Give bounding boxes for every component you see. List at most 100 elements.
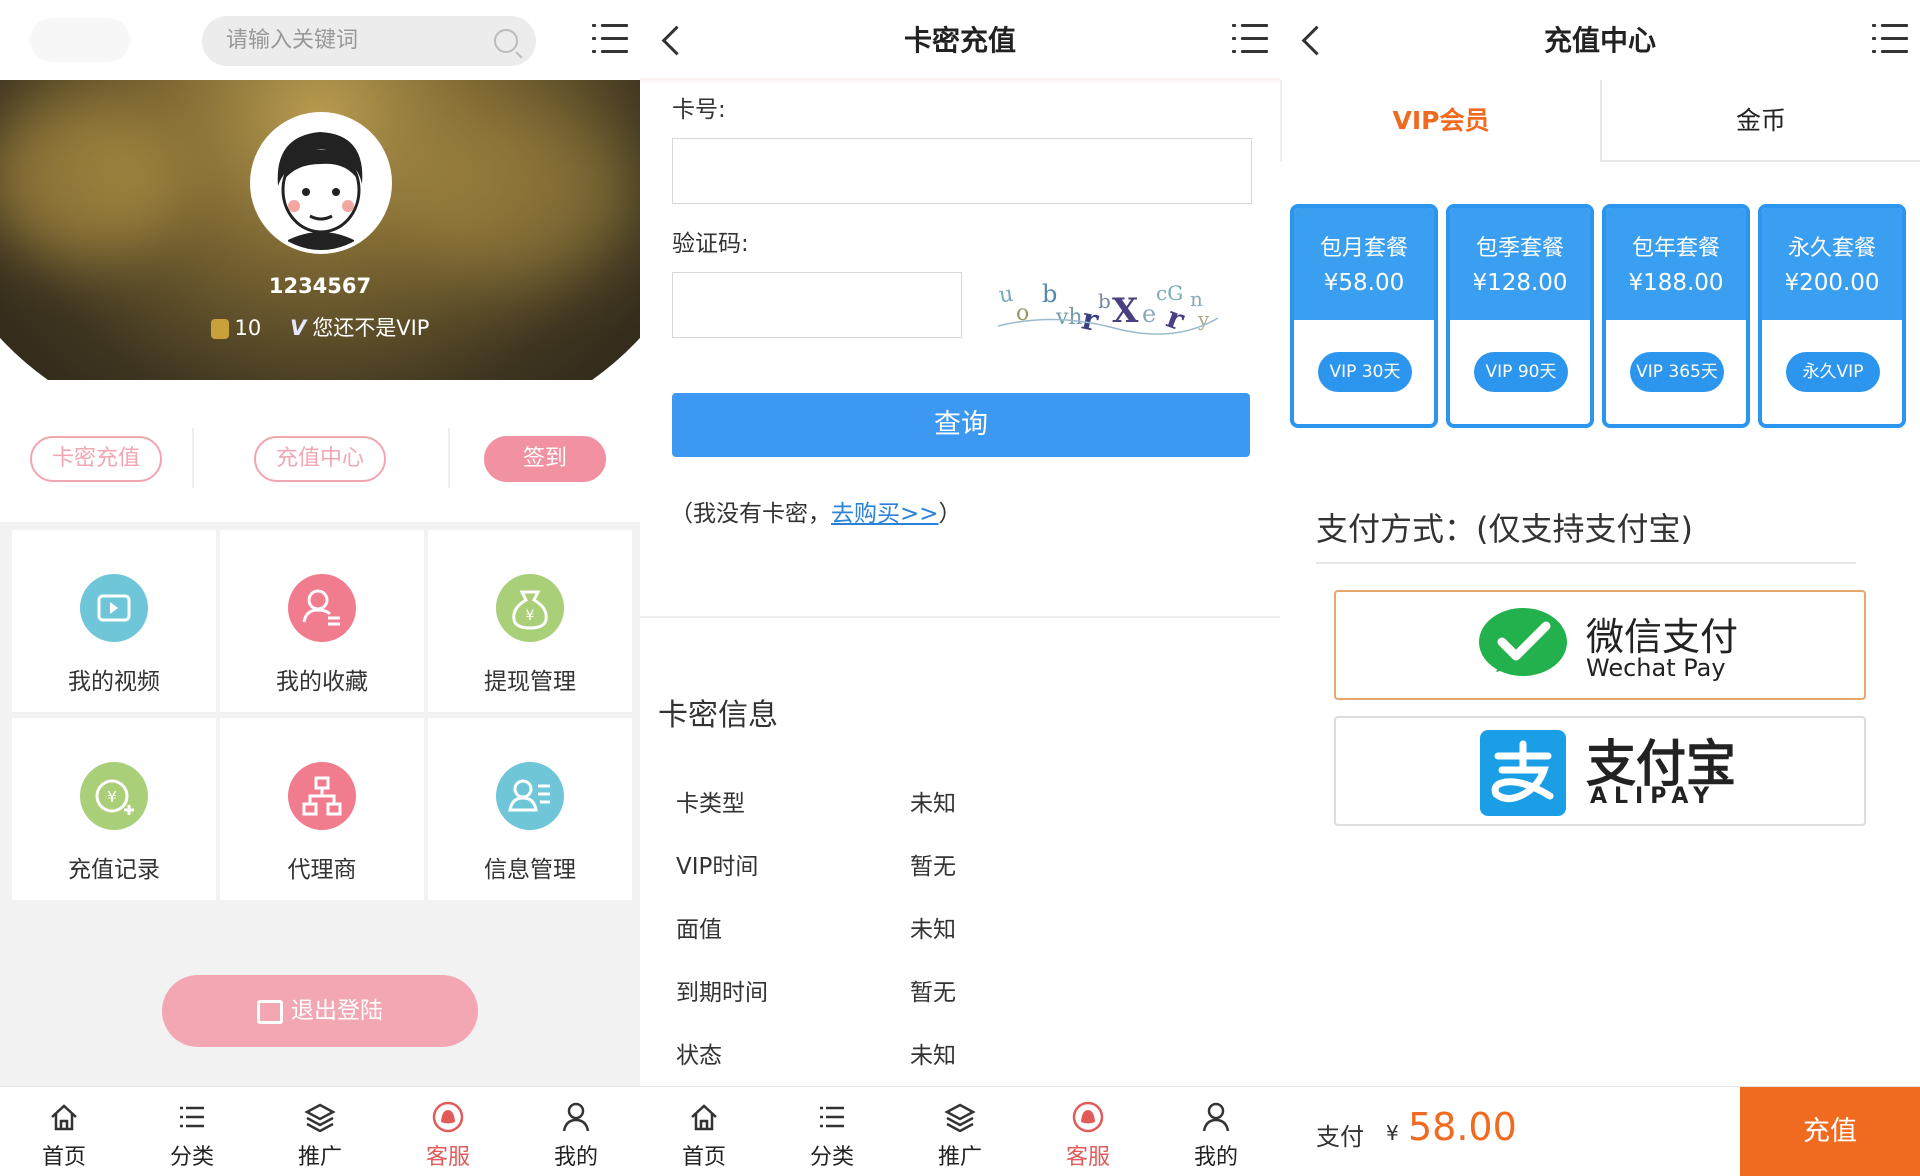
info-value: 未知 <box>910 1043 956 1069</box>
card-recharge-button[interactable]: 卡密充值 <box>30 436 162 482</box>
logout-label: 退出登陆 <box>291 998 383 1024</box>
package-price: ¥128.00 <box>1472 270 1568 296</box>
sign-in-button[interactable]: 签到 <box>484 436 606 482</box>
search-icon[interactable] <box>494 29 518 53</box>
divider <box>448 428 450 488</box>
nav-category[interactable]: 分类 <box>768 1087 896 1176</box>
support-icon <box>1072 1101 1104 1133</box>
recharge-button[interactable]: 充值 <box>1740 1087 1920 1176</box>
card-number-label: 卡号: <box>672 97 726 123</box>
nav-label: 我的 <box>1193 1145 1238 1170</box>
tab-vip[interactable]: VIP会员 <box>1280 80 1600 162</box>
package-price: ¥200.00 <box>1784 270 1880 296</box>
logo <box>30 18 130 62</box>
logout-icon <box>257 999 283 1024</box>
money-bag-icon: ¥ <box>496 574 564 642</box>
nav-promote[interactable]: 推广 <box>896 1087 1024 1176</box>
card-number-input[interactable] <box>672 138 1252 204</box>
nav-mine[interactable]: 我的 <box>1152 1087 1280 1176</box>
recharge-tabs: VIP会员 金币 <box>1280 80 1920 162</box>
tab-coins[interactable]: 金币 <box>1600 80 1920 162</box>
logout-button[interactable]: 退出登陆 <box>162 975 478 1047</box>
grid-item-agent[interactable]: 代理商 <box>220 718 424 900</box>
svg-text:b: b <box>1098 289 1111 313</box>
page-title: 卡密充值 <box>903 24 1016 57</box>
package-name: 包月套餐 <box>1319 236 1408 261</box>
grid-item-recharge-records[interactable]: ¥ 充值记录 <box>12 718 216 900</box>
card-info-title: 卡密信息 <box>658 698 778 733</box>
grid-item-info-management[interactable]: 信息管理 <box>428 718 632 900</box>
wechat-pay-en: Wechat Pay <box>1586 654 1726 682</box>
divider <box>1316 562 1856 564</box>
grid-item-label: 充值记录 <box>68 857 160 883</box>
search-placeholder: 请输入关键词 <box>226 28 359 53</box>
package-card-monthly[interactable]: 包月套餐 ¥58.00 VIP 30天 <box>1290 204 1438 428</box>
grid-item-label: 我的视频 <box>68 669 160 695</box>
pay-label: 支付 <box>1316 1123 1364 1151</box>
video-icon <box>80 574 148 642</box>
layers-icon <box>304 1103 336 1133</box>
captcha-image[interactable]: u o b vh r b X e cG r n y <box>994 272 1222 339</box>
svg-text:u: u <box>997 282 1015 309</box>
package-name: 包年套餐 <box>1631 236 1720 261</box>
card-recharge-panel: 卡密充值 卡号: 验证码: u o b vh r b X e cG r n y … <box>640 0 1280 1176</box>
user-info-icon <box>496 762 564 830</box>
avatar[interactable] <box>250 112 392 254</box>
bottom-nav: 首页 分类 推广 客服 我的 <box>0 1086 640 1176</box>
package-badge: VIP 30天 <box>1318 352 1412 392</box>
favorite-user-icon <box>288 574 356 642</box>
menu-icon[interactable] <box>1872 22 1908 56</box>
divider <box>640 616 1280 618</box>
pay-method-title: 支付方式：(仅支持支付宝) <box>1316 510 1693 548</box>
info-value: 暂无 <box>910 980 956 1006</box>
home-icon <box>51 1104 77 1131</box>
user-icon <box>562 1102 590 1132</box>
package-header: 包年套餐 ¥188.00 <box>1606 208 1746 320</box>
nav-support[interactable]: 客服 <box>1024 1087 1152 1176</box>
package-price: ¥188.00 <box>1628 270 1724 296</box>
svg-text:¥: ¥ <box>526 608 535 624</box>
menu-icon[interactable] <box>592 22 628 56</box>
grid-item-my-videos[interactable]: 我的视频 <box>12 530 216 712</box>
menu-icon[interactable] <box>1232 22 1268 56</box>
nav-home[interactable]: 首页 <box>640 1087 768 1176</box>
user-icon <box>1202 1102 1230 1132</box>
nav-support[interactable]: 客服 <box>384 1087 512 1176</box>
nav-mine[interactable]: 我的 <box>512 1087 640 1176</box>
alipay-option[interactable]: 支付宝 ALIPAY <box>1334 716 1866 826</box>
package-card-quarterly[interactable]: 包季套餐 ¥128.00 VIP 90天 <box>1446 204 1594 428</box>
nav-home[interactable]: 首页 <box>0 1087 128 1176</box>
svg-text:b: b <box>1042 280 1057 308</box>
captcha-input[interactable] <box>672 272 962 338</box>
pay-amount: 58.00 <box>1408 1105 1517 1149</box>
grid-item-withdraw[interactable]: ¥ 提现管理 <box>428 530 632 712</box>
username: 1234567 <box>268 274 372 298</box>
nav-label: 我的 <box>553 1145 598 1170</box>
nav-label: 首页 <box>41 1145 86 1170</box>
buy-link[interactable]: 去购买>> <box>831 501 939 527</box>
wechat-pay-option[interactable]: 微信支付 Wechat Pay <box>1334 590 1866 700</box>
grid-item-my-favorites[interactable]: 我的收藏 <box>220 530 424 712</box>
search-input[interactable]: 请输入关键词 <box>202 16 536 66</box>
nav-promote[interactable]: 推广 <box>256 1087 384 1176</box>
nav-category[interactable]: 分类 <box>128 1087 256 1176</box>
package-name: 包季套餐 <box>1475 236 1564 261</box>
captcha-label: 验证码: <box>672 231 749 257</box>
recharge-center-panel: 充值中心 VIP会员 金币 包月套餐 ¥58.00 VIP 30天 包季套餐 ¥… <box>1280 0 1920 1176</box>
package-header: 包季套餐 ¥128.00 <box>1450 208 1590 320</box>
package-card-lifetime[interactable]: 永久套餐 ¥200.00 永久VIP <box>1758 204 1906 428</box>
svg-text:vh: vh <box>1055 305 1083 330</box>
recharge-center-button[interactable]: 充值中心 <box>254 436 386 482</box>
wechat-pay-icon <box>1479 608 1567 676</box>
profile-panel: 请输入关键词 1234567 10 V 您还不是VIP 卡密充值 充值中心 签到… <box>0 0 640 1176</box>
package-badge: VIP 90天 <box>1474 352 1568 392</box>
payment-bar: 支付 ¥ 58.00 充值 <box>1280 1086 1920 1176</box>
package-card-yearly[interactable]: 包年套餐 ¥188.00 VIP 365天 <box>1602 204 1750 428</box>
query-button[interactable]: 查询 <box>672 393 1250 457</box>
nav-label: 客服 <box>425 1145 470 1170</box>
package-name: 永久套餐 <box>1787 236 1876 261</box>
no-card-suffix: ） <box>938 501 962 527</box>
yen-add-icon: ¥ <box>80 762 148 830</box>
recharge-center-header: 充值中心 <box>1280 0 1920 80</box>
no-card-prefix: （我没有卡密， <box>670 501 831 527</box>
